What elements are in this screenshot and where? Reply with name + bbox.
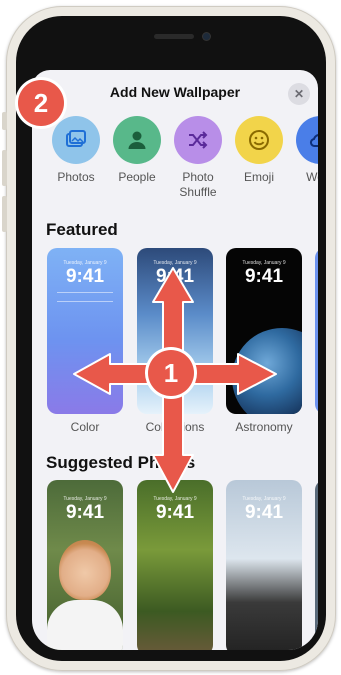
category-label: Emoji	[243, 170, 274, 184]
suggested-photo-portrait[interactable]: Tuesday, January 9 9:41	[47, 480, 123, 650]
front-camera	[203, 33, 210, 40]
category-label: Photos	[57, 170, 95, 184]
category-photo-shuffle[interactable]: Photo Shuffle	[168, 116, 228, 200]
lock-time: 9:41	[244, 266, 284, 287]
shirt	[47, 600, 123, 650]
category-photos[interactable]: Photos	[46, 116, 106, 185]
category-row[interactable]: Photos People Photo Shuffle Emoji W	[46, 116, 318, 206]
sheet-title: Add New Wallpaper	[109, 84, 241, 100]
step-badge-2: 2	[18, 80, 64, 126]
category-weather[interactable]: Weat	[290, 116, 318, 185]
category-label: People	[118, 170, 156, 184]
suggested-photo-partial[interactable]	[315, 480, 318, 650]
shuffle-icon	[174, 116, 222, 164]
lock-time: 9:41	[65, 502, 105, 523]
lock-time: 9:41	[244, 502, 284, 523]
wallpaper-card-astronomy[interactable]: Tuesday, January 9 9:41	[226, 248, 302, 414]
wallpaper-card-color[interactable]: Tuesday, January 9 9:41	[47, 248, 123, 414]
close-button[interactable]: ✕	[288, 83, 310, 105]
lock-time: 9:41	[155, 266, 195, 287]
category-people[interactable]: People	[107, 116, 167, 185]
volume-up-button	[2, 150, 7, 186]
category-label: Photo Shuffle	[179, 170, 217, 199]
category-label: Weat	[306, 170, 318, 184]
photos-icon	[52, 116, 100, 164]
suggested-photo-city[interactable]: Tuesday, January 9 9:41	[226, 480, 302, 650]
suggested-photo-forest[interactable]: Tuesday, January 9 9:41	[137, 480, 213, 650]
card-caption: Astronomy	[235, 420, 293, 434]
category-emoji[interactable]: Emoji	[229, 116, 289, 185]
close-icon: ✕	[293, 87, 305, 101]
person-photo	[59, 540, 111, 600]
volume-down-button	[2, 196, 7, 232]
earpiece-speaker	[154, 34, 194, 39]
lock-time: 9:41	[65, 266, 105, 287]
person-icon	[113, 116, 161, 164]
featured-heading: Featured	[46, 220, 118, 239]
card-caption: Collections	[145, 420, 205, 434]
suggested-heading: Suggested Photos	[46, 453, 196, 472]
wallpaper-card-partial[interactable]	[315, 248, 318, 414]
earth-image	[232, 328, 302, 414]
lock-time: 9:41	[155, 502, 195, 523]
emoji-icon	[235, 116, 283, 164]
weather-icon	[296, 116, 318, 164]
card-caption: Color	[70, 420, 100, 434]
step-badge-1: 1	[148, 350, 194, 396]
widget-row	[57, 292, 113, 302]
mute-switch	[2, 112, 7, 130]
